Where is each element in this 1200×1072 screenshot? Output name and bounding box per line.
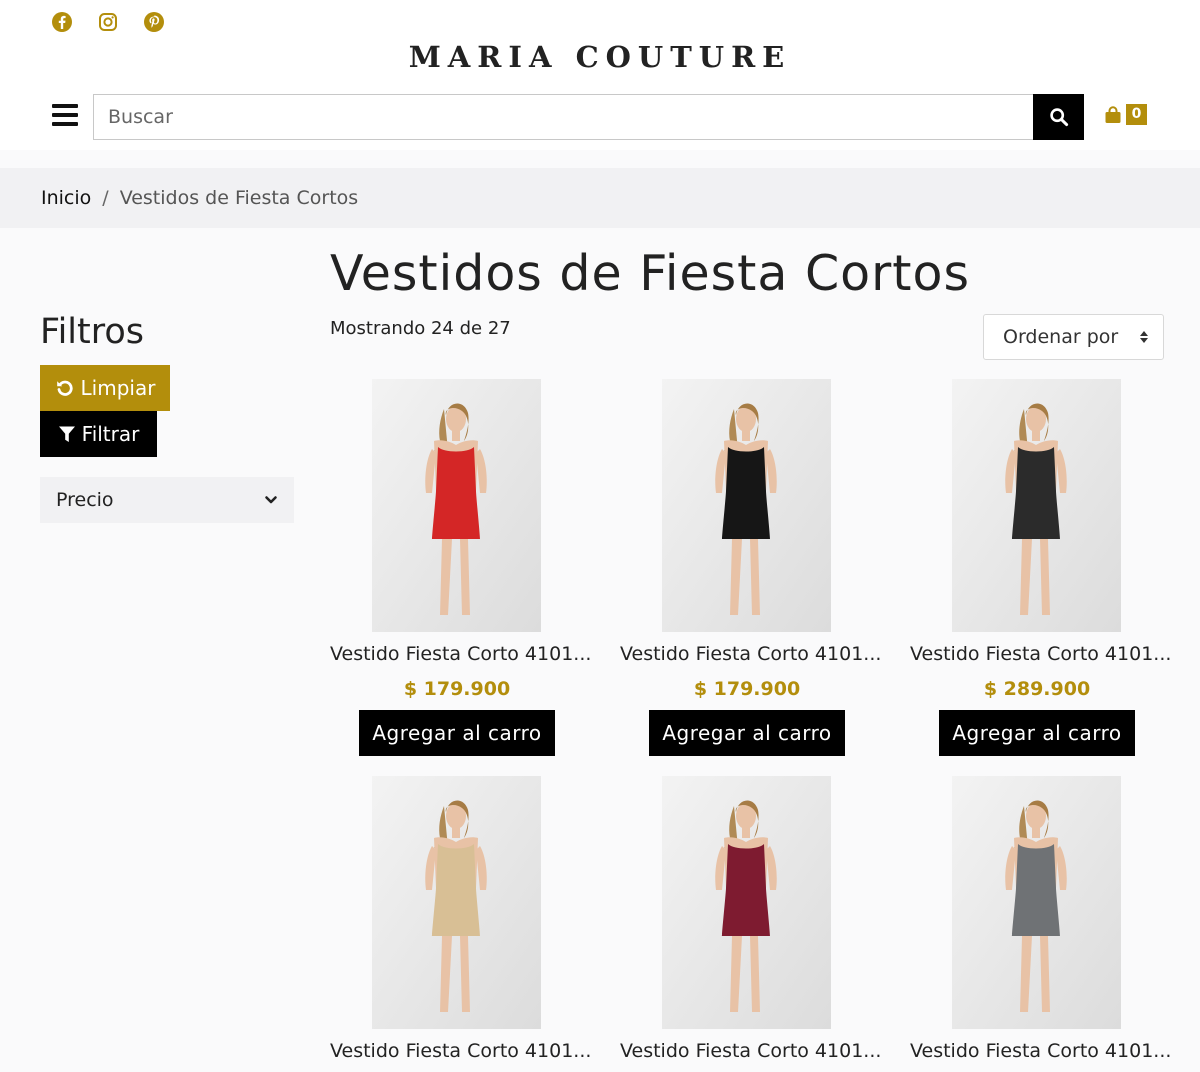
sort-label: Ordenar por — [1003, 326, 1119, 348]
dress-shape — [1012, 844, 1060, 936]
results-count: Mostrando 24 de 27 — [330, 318, 511, 339]
add-to-cart-button[interactable]: Agregar al carro — [939, 710, 1135, 756]
product-name[interactable]: Vestido Fiesta Corto 4101... — [330, 1040, 591, 1062]
product-image[interactable] — [662, 379, 831, 632]
breadcrumb: Inicio / Vestidos de Fiesta Cortos — [0, 168, 1200, 228]
reset-icon — [56, 380, 73, 396]
apply-filter-label: Filtrar — [81, 422, 140, 446]
filters-title: Filtros — [40, 312, 145, 352]
instagram-icon[interactable] — [96, 10, 120, 34]
product-name[interactable]: Vestido Fiesta Corto 4101... — [620, 643, 881, 665]
breadcrumb-home-link[interactable]: Inicio — [41, 187, 91, 209]
product-image[interactable] — [952, 379, 1121, 632]
breadcrumb-separator: / — [102, 187, 109, 209]
pinterest-icon[interactable] — [142, 10, 166, 34]
brand-logo[interactable]: MARIA COUTURE — [0, 40, 1200, 74]
add-to-cart-button[interactable]: Agregar al carro — [649, 710, 845, 756]
apply-filter-button[interactable]: Filtrar — [40, 411, 157, 457]
add-to-cart-button[interactable]: Agregar al carro — [359, 710, 555, 756]
dress-shape — [432, 447, 480, 539]
shopping-bag-icon — [1105, 105, 1121, 123]
product-price: $ 179.900 — [693, 678, 801, 700]
product-price: $ 179.900 — [403, 678, 511, 700]
product-name[interactable]: Vestido Fiesta Corto 4101... — [330, 643, 591, 665]
cart-button[interactable]: 0 — [1103, 104, 1147, 125]
breadcrumb-current: Vestidos de Fiesta Cortos — [119, 187, 359, 209]
dress-shape — [722, 447, 770, 539]
sort-select[interactable]: Ordenar por — [983, 314, 1164, 360]
site-header: MARIA COUTURE 0 — [0, 0, 1200, 150]
product-image[interactable] — [372, 379, 541, 632]
product-image[interactable] — [372, 776, 541, 1029]
facebook-icon[interactable] — [50, 10, 74, 34]
search-input[interactable] — [93, 94, 1034, 140]
clear-filters-label: Limpiar — [80, 376, 156, 400]
cart-count-badge: 0 — [1126, 104, 1147, 125]
price-filter-label: Precio — [56, 489, 114, 511]
dress-shape — [1012, 447, 1060, 539]
product-price: $ 289.900 — [983, 678, 1091, 700]
social-links — [50, 10, 166, 34]
price-filter-dropdown[interactable]: Precio — [40, 477, 294, 523]
product-name[interactable]: Vestido Fiesta Corto 4101... — [620, 1040, 881, 1062]
product-image[interactable] — [952, 776, 1121, 1029]
product-name[interactable]: Vestido Fiesta Corto 4101... — [910, 643, 1171, 665]
page-title: Vestidos de Fiesta Cortos — [330, 245, 971, 302]
funnel-icon — [58, 426, 75, 442]
chevron-down-icon — [265, 496, 277, 504]
product-name[interactable]: Vestido Fiesta Corto 4101... — [910, 1040, 1171, 1062]
dress-shape — [432, 844, 480, 936]
product-image[interactable] — [662, 776, 831, 1029]
clear-filters-button[interactable]: Limpiar — [40, 365, 170, 411]
dress-shape — [722, 844, 770, 936]
search-icon — [1049, 108, 1068, 127]
search-button[interactable] — [1033, 94, 1084, 140]
sort-arrows-icon — [1140, 331, 1148, 343]
hamburger-menu-icon[interactable] — [52, 104, 78, 130]
